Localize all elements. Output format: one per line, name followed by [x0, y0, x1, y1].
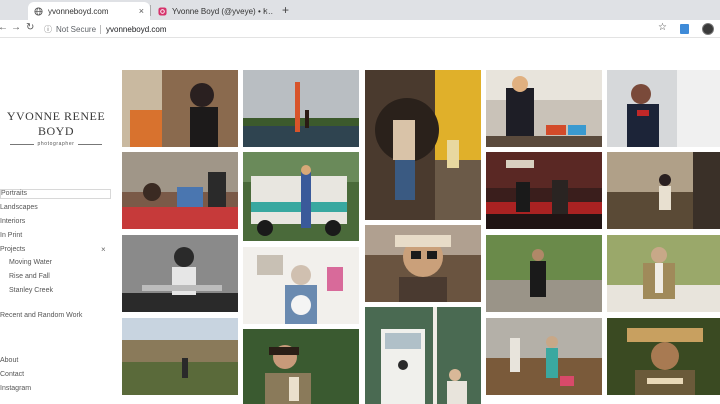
- omnibox-divider: [100, 24, 102, 34]
- gallery-photo[interactable]: [607, 70, 720, 147]
- instagram-icon: [158, 6, 167, 16]
- gallery-photo[interactable]: [243, 247, 359, 324]
- gallery-photo[interactable]: [243, 329, 359, 404]
- url-text: yvonneboyd.com: [106, 24, 167, 34]
- photo-image: [122, 318, 238, 395]
- photo-image: [122, 70, 218, 147]
- url-field[interactable]: ⓘ Not Secure yvonneboyd.com: [44, 22, 664, 36]
- photo-image: [243, 152, 359, 236]
- forward-arrow-icon[interactable]: →: [11, 22, 21, 33]
- gallery-photo[interactable]: [486, 152, 602, 229]
- reload-icon[interactable]: ↻: [26, 22, 34, 33]
- photo-image: [122, 235, 238, 312]
- photo-image: [486, 235, 602, 312]
- gallery-photo[interactable]: [122, 70, 238, 147]
- info-icon[interactable]: ⓘ: [44, 24, 52, 35]
- nav-projects[interactable]: Projects: [0, 246, 25, 253]
- browser-tab-bar: yvonneboyd.com × Yvonne Boyd (@yveye) • …: [0, 0, 720, 20]
- gallery-photo[interactable]: [243, 70, 359, 147]
- gallery-photo[interactable]: [486, 70, 602, 147]
- logo-subtitle: photographer: [0, 141, 112, 147]
- gallery-photo[interactable]: [486, 318, 602, 395]
- profile-avatar[interactable]: [702, 23, 714, 35]
- photo-image: [486, 70, 602, 147]
- photo-image: [365, 225, 481, 302]
- nav-about[interactable]: About: [0, 357, 18, 364]
- photo-image: [607, 235, 720, 312]
- photo-image: [365, 70, 481, 220]
- nav-recent-work[interactable]: Recent and Random Work: [0, 312, 82, 319]
- photo-image: [365, 307, 481, 404]
- tab-title: Yvonne Boyd (@yveye) • Instagr: [172, 6, 274, 16]
- gallery-photo[interactable]: [243, 152, 359, 241]
- gallery-photo[interactable]: [607, 318, 720, 395]
- gallery-photo[interactable]: [365, 307, 481, 404]
- site-sidebar: YVONNE RENEE BOYD photographer Portraits…: [0, 39, 118, 404]
- gallery-photo[interactable]: [607, 235, 720, 312]
- back-arrow-icon[interactable]: ←: [0, 22, 8, 33]
- close-tab-icon[interactable]: ×: [139, 6, 144, 16]
- tab-divider: [150, 5, 151, 16]
- photo-image: [607, 152, 720, 229]
- photo-image: [243, 70, 359, 147]
- close-tab-icon[interactable]: ×: [263, 6, 268, 16]
- extension-icon[interactable]: [680, 24, 689, 34]
- tab-title: yvonneboyd.com: [48, 6, 109, 16]
- nav-in-print[interactable]: In Print: [0, 232, 22, 239]
- photo-image: [607, 318, 720, 395]
- browser-tab-active[interactable]: yvonneboyd.com ×: [28, 2, 150, 20]
- gallery-photo[interactable]: [365, 225, 481, 302]
- address-bar-row: ← → ↻ ⓘ Not Secure yvonneboyd.com ☆: [0, 20, 720, 38]
- photo-image: [627, 70, 720, 147]
- site-logo[interactable]: YVONNE RENEE BOYD photographer: [0, 109, 112, 147]
- gallery-photo[interactable]: [122, 318, 238, 395]
- gallery-photo[interactable]: [122, 235, 238, 312]
- logo-name: YVONNE RENEE BOYD: [6, 109, 106, 138]
- photo-image: [243, 329, 359, 404]
- nav-landscapes[interactable]: Landscapes: [0, 204, 38, 211]
- bookmark-star-icon[interactable]: ☆: [658, 22, 667, 33]
- gallery-photo[interactable]: [122, 152, 238, 229]
- nav-portraits[interactable]: Portraits: [0, 189, 111, 199]
- nav-project-stanley-creek[interactable]: Stanley Creek: [9, 287, 53, 294]
- browser-tab-instagram[interactable]: Yvonne Boyd (@yveye) • Instagr ×: [152, 2, 274, 20]
- gallery-photo[interactable]: [607, 152, 720, 229]
- photo-image: [486, 318, 602, 395]
- nav-project-rise-and-fall[interactable]: Rise and Fall: [9, 273, 50, 280]
- photo-image: [122, 152, 238, 229]
- security-label: Not Secure: [56, 24, 97, 34]
- globe-icon: [34, 6, 43, 16]
- collapse-projects-icon[interactable]: ×: [101, 245, 106, 254]
- nav-project-moving-water[interactable]: Moving Water: [9, 259, 52, 266]
- nav-interiors[interactable]: Interiors: [0, 218, 25, 225]
- gallery-photo[interactable]: [486, 235, 602, 312]
- nav-instagram[interactable]: Instagram: [0, 385, 31, 392]
- new-tab-button[interactable]: +: [282, 3, 289, 17]
- nav-contact[interactable]: Contact: [0, 371, 24, 378]
- photo-image: [243, 247, 359, 324]
- photo-image: [486, 152, 602, 229]
- gallery-photo[interactable]: [365, 70, 481, 220]
